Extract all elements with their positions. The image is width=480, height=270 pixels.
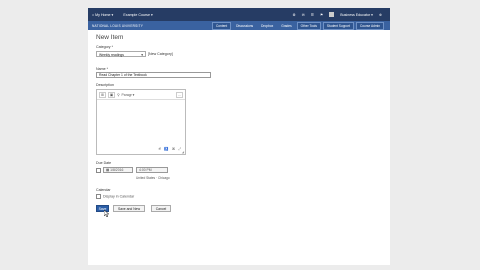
cancel-button[interactable]: Cancel xyxy=(151,205,171,212)
nav-item-grades[interactable]: Grades xyxy=(278,23,294,29)
my-home-link[interactable]: ⌂ My Home ▾ xyxy=(92,13,113,17)
accessibility-icon[interactable]: ♿ xyxy=(164,147,168,151)
page-title: New Item xyxy=(96,34,124,41)
source-code-icon[interactable]: ⌘ xyxy=(172,147,176,151)
chevron-down-icon: ▾ xyxy=(141,53,143,57)
mouse-cursor-icon xyxy=(104,210,110,217)
editor-toolbar: ⊞ ▣ ⚲ Paragr ▾ ... xyxy=(97,90,185,100)
nav-item-discussions[interactable]: Discussions xyxy=(233,23,256,29)
user-menu[interactable]: Business Educator ▾ xyxy=(340,13,373,17)
nav-menu: Content Discussions Dropbox Grades Other… xyxy=(211,21,390,30)
brand-logo: NATIONAL LOUIS UNIVERSITY xyxy=(92,23,144,28)
timezone-text: United States · Chicago xyxy=(136,176,170,180)
new-category-link[interactable]: [New Category] xyxy=(148,52,173,56)
description-label: Description xyxy=(96,83,114,87)
due-date-label: Due Date xyxy=(96,161,112,165)
save-and-new-button[interactable]: Save and New xyxy=(113,205,145,212)
insert-stuff-icon[interactable]: ⊞ xyxy=(99,91,106,98)
display-calendar-option[interactable]: Display in Calendar xyxy=(96,194,134,199)
category-select[interactable]: Weekly readings ▾ xyxy=(96,51,146,57)
name-label: Name * xyxy=(96,67,108,71)
format-select[interactable]: Paragr ▾ xyxy=(122,93,135,97)
main-content: New Item Category * Weekly readings ▾ [Ne… xyxy=(88,30,390,265)
course-navbar: NATIONAL LOUIS UNIVERSITY Content Discus… xyxy=(88,21,390,30)
due-date-value: 1/8/2016 xyxy=(110,168,124,172)
name-field[interactable]: Read Chapter 1 of the Textbook xyxy=(96,72,211,78)
nav-item-content[interactable]: Content xyxy=(211,21,232,30)
due-date-checkbox[interactable] xyxy=(96,168,101,173)
editor-bottom-tools: ⚟ ♿ ⌘ ⤢ xyxy=(158,147,181,151)
mail-icon[interactable]: ✉ xyxy=(302,13,305,17)
due-date-field[interactable]: ▦ 1/8/2016 xyxy=(103,167,133,173)
gear-icon[interactable]: ✲ xyxy=(379,13,382,17)
nav-item-student-support[interactable]: Student Support xyxy=(322,21,354,30)
alerts-icon[interactable]: ⚑ xyxy=(320,13,323,17)
top-bar: ⌂ My Home ▾ Example Course ▾ ⚙ ✉ ☰ ⚑ Bus… xyxy=(88,8,390,21)
due-time-field[interactable]: 4:00 PM xyxy=(136,167,168,173)
course-selector[interactable]: Example Course ▾ xyxy=(123,13,152,17)
nav-item-course-admin[interactable]: Course Admin xyxy=(355,21,384,30)
my-home-label: My Home xyxy=(95,12,111,17)
chat-icon[interactable]: ☰ xyxy=(311,13,314,17)
avatar[interactable] xyxy=(329,12,335,17)
nav-item-dropbox[interactable]: Dropbox xyxy=(258,23,276,29)
resize-handle-icon[interactable]: ◢ xyxy=(182,150,184,154)
nav-item-other-tools[interactable]: Other Tools xyxy=(296,21,321,30)
description-editor[interactable]: ⊞ ▣ ⚲ Paragr ▾ ... ⚟ ♿ ⌘ ⤢ ◢ xyxy=(96,89,186,155)
course-label: Example Course xyxy=(123,12,150,17)
user-name: Business Educator xyxy=(340,12,371,17)
insert-link-icon[interactable]: ⚲ xyxy=(117,93,119,97)
insert-image-icon[interactable]: ▣ xyxy=(107,91,116,98)
category-value: Weekly readings xyxy=(99,53,125,57)
settings-icon[interactable]: ⚙ xyxy=(292,13,295,17)
format-value: Paragr xyxy=(121,92,132,97)
more-actions-button[interactable]: ... xyxy=(176,91,183,98)
calendar-label: Calendar xyxy=(96,188,111,192)
display-calendar-label: Display in Calendar xyxy=(103,194,135,199)
category-label: Category * xyxy=(96,45,113,49)
fullscreen-icon[interactable]: ⤢ xyxy=(178,147,181,151)
spellcheck-icon[interactable]: ⚟ xyxy=(158,147,161,151)
display-calendar-checkbox[interactable] xyxy=(96,194,101,199)
